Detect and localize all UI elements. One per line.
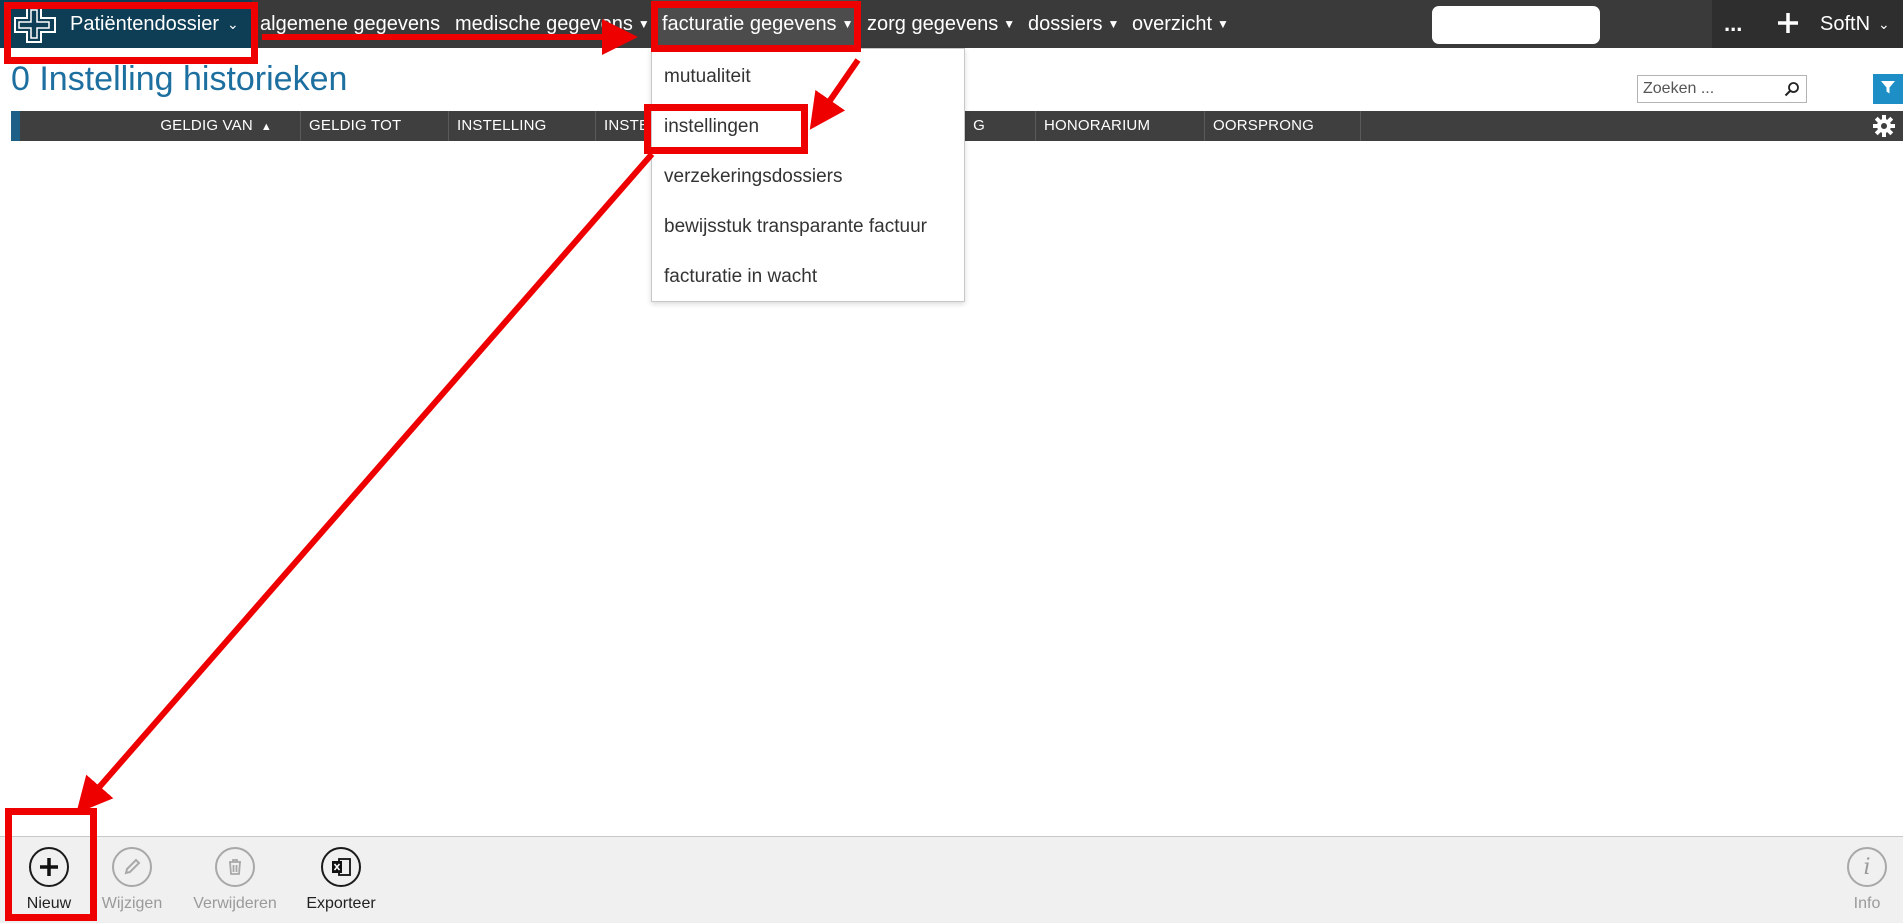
nav-dossiers[interactable]: dossiers ▼: [1028, 0, 1119, 48]
add-icon[interactable]: [1774, 9, 1802, 37]
excel-icon: [321, 847, 361, 887]
search-box[interactable]: [1637, 75, 1807, 103]
column-label: INSTELLING: [457, 117, 547, 134]
menu-item-mutualiteit[interactable]: mutualiteit: [664, 52, 751, 102]
facturatie-dropdown-menu: mutualiteit instellingen verzekeringsdos…: [651, 48, 965, 302]
info-label: Info: [1853, 895, 1881, 912]
bottom-toolbar: Nieuw Wijzigen Verwijderen Exporteer i I…: [0, 836, 1903, 923]
column-header-oorsprong[interactable]: OORSPRONG: [1205, 111, 1361, 141]
pencil-icon: [112, 847, 152, 887]
top-navigation-bar: Patiëntendossier ⌄ algemene gegevens med…: [0, 0, 1903, 48]
annotation-box-brand: [4, 2, 258, 64]
gear-icon[interactable]: [1872, 114, 1896, 138]
menu-item-verzekeringsdossiers[interactable]: verzekeringsdossiers: [664, 152, 842, 202]
edit-label: Wijzigen: [101, 895, 163, 912]
search-input[interactable]: [1638, 76, 1778, 102]
nav-algemene-gegevens[interactable]: algemene gegevens: [260, 0, 440, 48]
column-header-geldig-van[interactable]: GELDIG VAN ▲: [20, 111, 301, 141]
nav-label: zorg gegevens: [867, 12, 999, 35]
column-header-instelling[interactable]: INSTELLING: [449, 111, 596, 141]
table-header-accent: [11, 111, 20, 141]
column-label: GELDIG TOT: [309, 117, 402, 134]
nav-medische-gegevens[interactable]: medische gegevens ▼: [455, 0, 650, 48]
annotation-box-facturatie: [651, 1, 861, 52]
column-label: HONORARIUM: [1044, 117, 1151, 134]
caret-down-icon: ▼: [1107, 17, 1120, 31]
user-name: SoftN: [1820, 12, 1871, 35]
column-label: G: [973, 117, 985, 134]
annotation-box-instellingen: [644, 104, 808, 154]
filter-button[interactable]: [1873, 74, 1903, 104]
caret-down-icon: ▼: [637, 17, 650, 31]
menu-item-facturatie-in-wacht[interactable]: facturatie in wacht: [664, 252, 817, 302]
nav-overzicht[interactable]: overzicht ▼: [1132, 0, 1229, 48]
nav-label: algemene gegevens: [260, 12, 441, 35]
sort-ascending-icon: ▲: [260, 121, 272, 133]
arrow-to-nieuw: [76, 152, 655, 814]
delete-button[interactable]: Verwijderen: [190, 847, 280, 913]
nav-label: dossiers: [1028, 12, 1103, 35]
info-button[interactable]: i Info: [1822, 847, 1903, 913]
more-menu-button[interactable]: ...: [1724, 0, 1742, 48]
trash-icon: [215, 847, 255, 887]
nav-label: overzicht: [1132, 12, 1213, 35]
delete-label: Verwijderen: [193, 895, 277, 912]
edit-button[interactable]: Wijzigen: [87, 847, 177, 913]
column-label: OORSPRONG: [1213, 117, 1314, 134]
caret-down-icon: ▼: [1003, 17, 1016, 31]
user-menu[interactable]: SoftN ⌄: [1820, 0, 1890, 48]
caret-down-icon: ▼: [1217, 17, 1229, 31]
column-header-geldig-tot[interactable]: GELDIG TOT: [301, 111, 449, 141]
column-header-honorarium[interactable]: HONORARIUM: [1036, 111, 1205, 141]
info-icon: i: [1847, 847, 1887, 887]
export-label: Exporteer: [306, 895, 376, 912]
column-label: GELDIG VAN: [160, 117, 253, 134]
search-icon[interactable]: [1784, 81, 1800, 102]
global-search-field[interactable]: [1432, 6, 1600, 44]
nav-label: medische gegevens: [455, 12, 633, 35]
nav-zorg-gegevens[interactable]: zorg gegevens ▼: [867, 0, 1015, 48]
filter-icon: [1880, 79, 1896, 100]
annotation-box-nieuw: [5, 808, 97, 921]
export-button[interactable]: Exporteer: [296, 847, 386, 913]
menu-item-bewijsstuk[interactable]: bewijsstuk transparante factuur: [664, 202, 927, 252]
chevron-down-icon: ⌄: [1878, 15, 1890, 32]
page-title: 0 Instelling historieken: [11, 60, 348, 98]
